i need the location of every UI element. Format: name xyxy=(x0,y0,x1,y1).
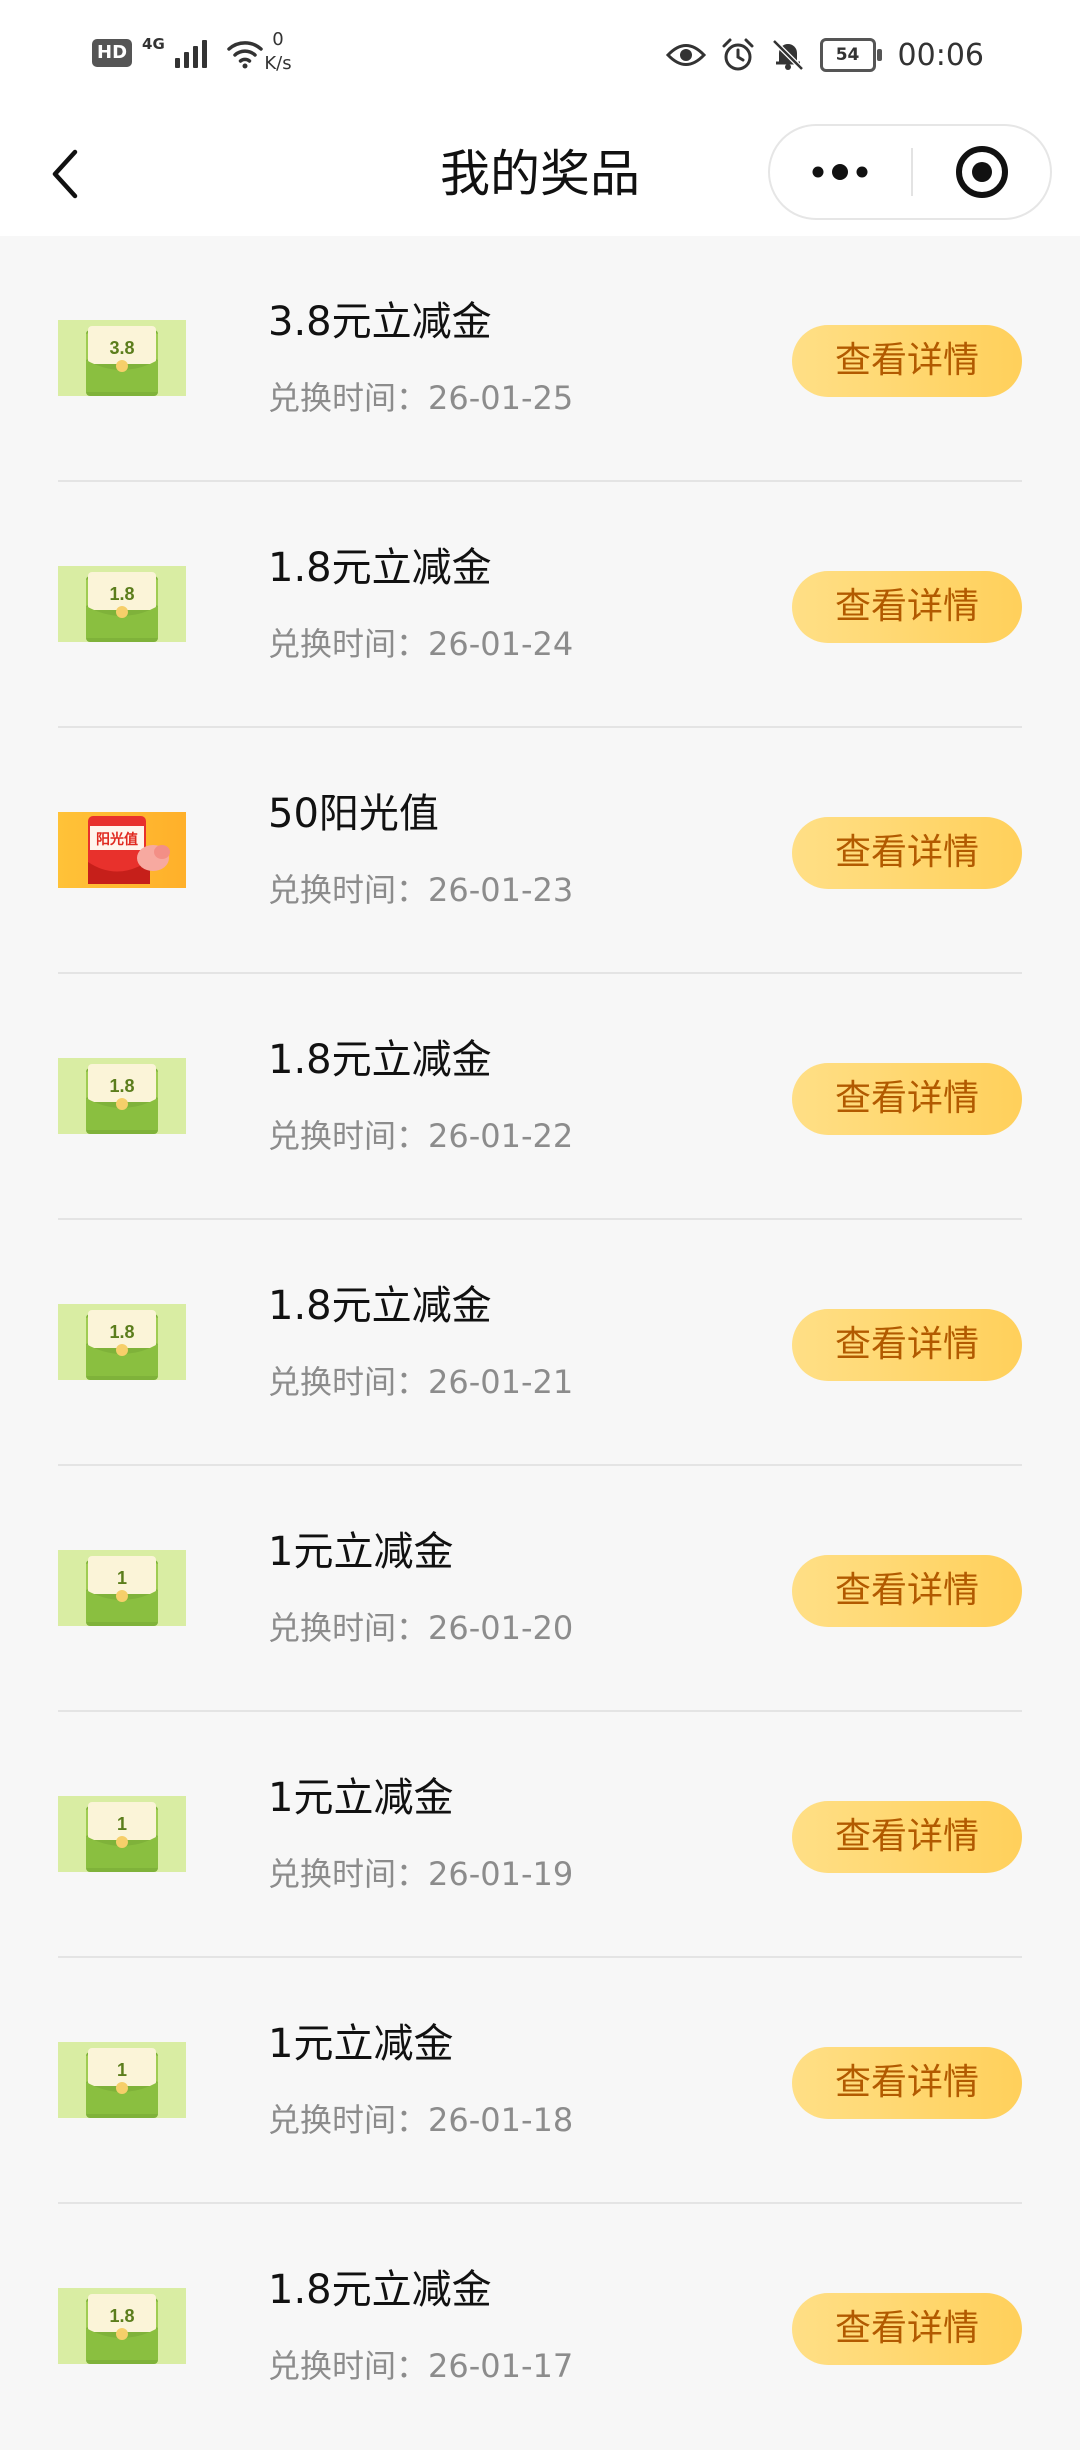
view-details-button[interactable]: 查看详情 xyxy=(792,2047,1022,2119)
view-details-button[interactable]: 查看详情 xyxy=(792,571,1022,643)
coupon-icon: 1 xyxy=(58,1550,186,1626)
view-details-button[interactable]: 查看详情 xyxy=(792,1801,1022,1873)
prize-name: 3.8元立减金 xyxy=(268,299,492,345)
coupon-icon: 3.8 xyxy=(58,320,186,396)
target-close-icon xyxy=(955,146,1008,198)
more-dots-icon xyxy=(812,164,868,180)
coupon-icon: 1 xyxy=(58,1796,186,1872)
coupon-value-text: 1.8 xyxy=(109,1076,134,1096)
prize-item: 1.8 1.8元立减金兑换时间：26-01-22 查看详情 xyxy=(0,974,1080,1220)
prize-name: 1元立减金 xyxy=(268,2021,454,2067)
mini-program-capsule xyxy=(768,124,1052,220)
coupon-icon: 1.8 xyxy=(58,1304,186,1380)
prize-name: 1.8元立减金 xyxy=(268,545,492,591)
signal-icon xyxy=(174,38,207,68)
coupon-value-text: 3.8 xyxy=(109,338,134,358)
redeem-time: 兑换时间：26-01-25 xyxy=(268,379,574,417)
prize-item: 1 1元立减金兑换时间：26-01-20 查看详情 xyxy=(0,1466,1080,1712)
speed-unit: K/s xyxy=(264,53,292,74)
prize-name: 1.8元立减金 xyxy=(268,1037,492,1083)
more-button[interactable] xyxy=(770,126,910,218)
coupon-icon: 1.8 xyxy=(58,2288,186,2364)
network-type: 4G xyxy=(142,35,165,53)
status-left: HD 4G xyxy=(92,28,265,78)
prize-name: 1元立减金 xyxy=(268,1775,454,1821)
prize-item: 1 1元立减金兑换时间：26-01-19 查看详情 xyxy=(0,1712,1080,1958)
battery-icon: 54 xyxy=(819,38,882,72)
view-details-button[interactable]: 查看详情 xyxy=(792,1063,1022,1135)
sunshine-badge-text: 阳光值 xyxy=(96,831,138,848)
prize-item: 3.8 3.8元立减金兑换时间：26-01-25 查看详情 xyxy=(0,236,1080,482)
prize-list: 3.8 3.8元立减金兑换时间：26-01-25 查看详情 1.8 1.8元立减金… xyxy=(0,236,1080,2450)
mute-bell-icon xyxy=(771,39,804,71)
prize-name: 50阳光值 xyxy=(268,791,439,837)
prize-item: 阳光值 50阳光值兑换时间：26-01-23 查看详情 xyxy=(0,728,1080,974)
prize-item: 1.8 1.8元立减金兑换时间：26-01-21 查看详情 xyxy=(0,1220,1080,1466)
prize-name: 1.8元立减金 xyxy=(268,2267,492,2313)
prize-name: 1.8元立减金 xyxy=(268,1283,492,1329)
view-details-button[interactable]: 查看详情 xyxy=(792,1555,1022,1627)
network-speed: 0 K/s xyxy=(258,28,298,76)
redeem-time: 兑换时间：26-01-20 xyxy=(268,1609,574,1647)
redeem-time: 兑换时间：26-01-22 xyxy=(268,1117,574,1155)
redeem-time: 兑换时间：26-01-23 xyxy=(268,871,574,909)
coupon-value-text: 1 xyxy=(117,2060,127,2080)
nav-bar: 我的奖品 xyxy=(0,112,1080,236)
coupon-value-text: 1.8 xyxy=(109,1322,134,1342)
prize-item: 1.8 1.8元立减金兑换时间：26-01-24 查看详情 xyxy=(0,482,1080,728)
coupon-value-text: 1 xyxy=(117,1814,127,1834)
alarm-icon xyxy=(722,38,754,71)
coupon-value-text: 1 xyxy=(117,1568,127,1588)
redeem-time: 兑换时间：26-01-24 xyxy=(268,625,574,663)
clock: 00:06 xyxy=(897,37,984,73)
close-mini-program-button[interactable] xyxy=(913,126,1050,218)
view-details-button[interactable]: 查看详情 xyxy=(792,1309,1022,1381)
prize-item: 1.8 1.8元立减金兑换时间：26-01-17 查看详情 xyxy=(0,2204,1080,2450)
sunshine-redpacket-icon: 阳光值 xyxy=(58,812,186,888)
prize-item: 1 1元立减金兑换时间：26-01-18 查看详情 xyxy=(0,1958,1080,2204)
hd-badge: HD xyxy=(92,39,133,67)
redeem-time: 兑换时间：26-01-17 xyxy=(268,2347,574,2385)
speed-value: 0 xyxy=(272,29,284,50)
prize-name: 1元立减金 xyxy=(268,1529,454,1575)
redeem-time: 兑换时间：26-01-18 xyxy=(268,2101,574,2139)
coupon-value-text: 1.8 xyxy=(109,2306,134,2326)
status-right: 54 00:06 xyxy=(665,28,984,82)
coupon-icon: 1 xyxy=(58,2042,186,2118)
coupon-icon: 1.8 xyxy=(58,1058,186,1134)
eye-icon xyxy=(665,44,706,66)
redeem-time: 兑换时间：26-01-21 xyxy=(268,1363,574,1401)
coupon-icon: 1.8 xyxy=(58,566,186,642)
coupon-value-text: 1.8 xyxy=(109,584,134,604)
view-details-button[interactable]: 查看详情 xyxy=(792,325,1022,397)
redeem-time: 兑换时间：26-01-19 xyxy=(268,1855,574,1893)
status-bar: HD 4G 0 K/s 54 00:06 xyxy=(0,0,1080,112)
view-details-button[interactable]: 查看详情 xyxy=(792,817,1022,889)
view-details-button[interactable]: 查看详情 xyxy=(792,2293,1022,2365)
